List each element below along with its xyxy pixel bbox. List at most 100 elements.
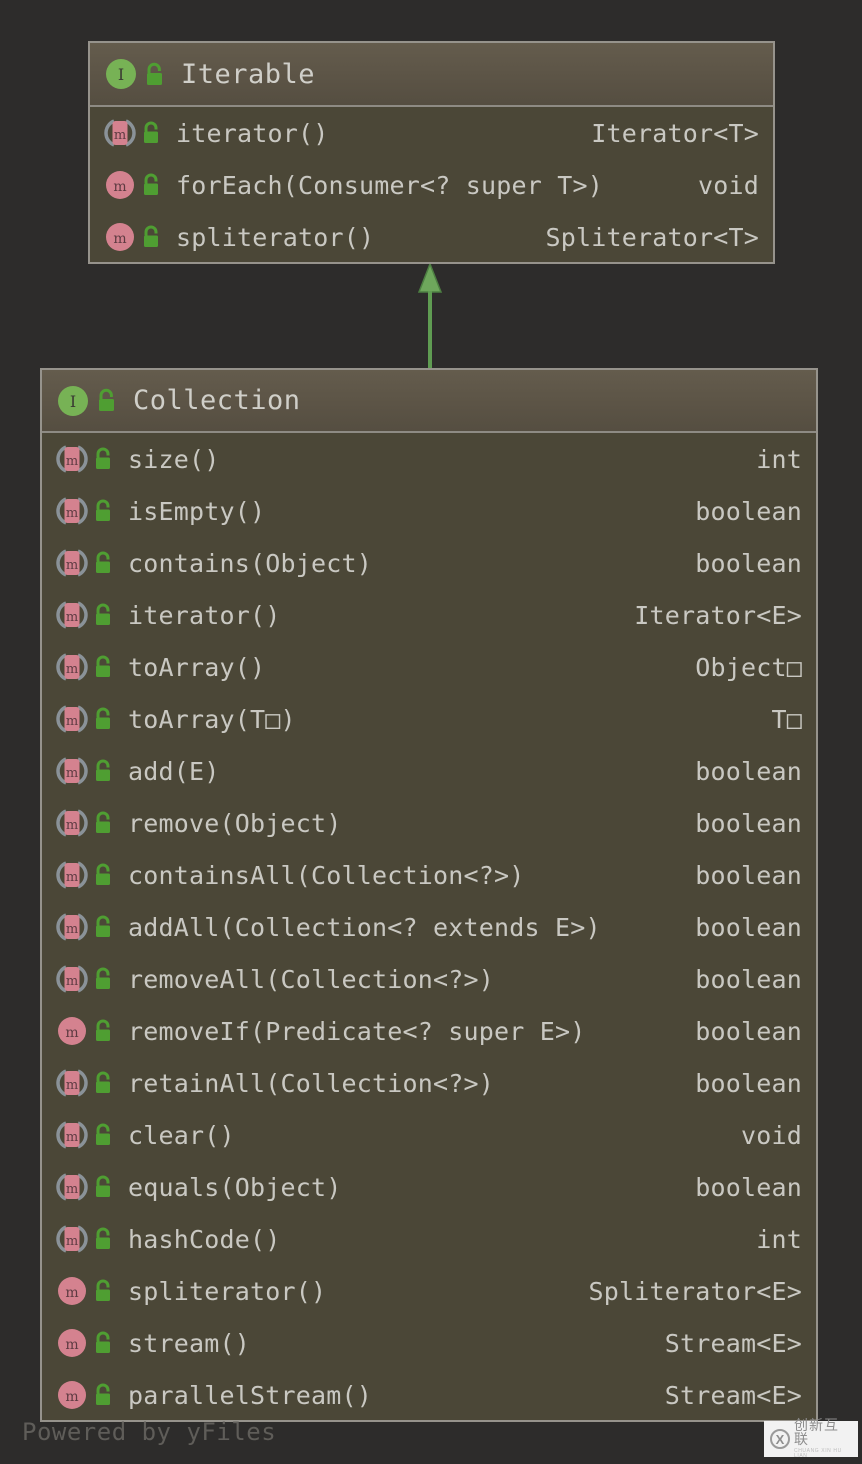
member-row[interactable]: m retainAll(Collection<?>) boolean (42, 1057, 816, 1109)
unlocked-padlock-icon (92, 498, 116, 524)
logo-chinese-label: 创新互联 (794, 1418, 839, 1448)
member-name: hashCode() (128, 1224, 281, 1254)
member-type: Iterator<E> (634, 600, 802, 630)
method-icon: m (56, 1275, 88, 1307)
member-row[interactable]: m spliterator() Spliterator<T> (90, 211, 773, 262)
class-box-collection[interactable]: I Collection m size() int m isEmpty() boolean… (40, 368, 818, 1422)
logo-mark-icon: X (770, 1429, 790, 1449)
member-type: boolean (695, 548, 802, 578)
unlocked-padlock-icon (92, 966, 116, 992)
member-row[interactable]: m add(E) boolean (42, 745, 816, 797)
member-row[interactable]: m iterator() Iterator<T> (90, 107, 773, 159)
unlocked-padlock-icon (92, 1278, 116, 1304)
unlocked-padlock-icon (143, 61, 168, 88)
member-row[interactable]: m iterator() Iterator<E> (42, 589, 816, 641)
unlocked-padlock-icon (92, 1330, 116, 1356)
generalization-edge[interactable] (417, 261, 443, 372)
member-name: containsAll(Collection<?>) (128, 860, 525, 890)
abstract-method-icon: m (56, 963, 88, 995)
member-row[interactable]: m forEach(Consumer<? super T>) void (90, 159, 773, 211)
unlocked-padlock-icon (92, 654, 116, 680)
member-row[interactable]: m removeAll(Collection<?>) boolean (42, 953, 816, 1005)
abstract-method-icon: m (56, 495, 88, 527)
svg-text:m: m (66, 1130, 78, 1145)
logo-text: 创新互联 CHUANG XIN HU LIAN (794, 1419, 852, 1459)
class-header-iterable[interactable]: I Iterable (90, 43, 773, 107)
member-name: spliterator() (128, 1276, 327, 1306)
svg-text:m: m (65, 1025, 78, 1041)
unlocked-padlock-icon (92, 1018, 116, 1044)
abstract-method-icon: m (56, 1119, 88, 1151)
member-row[interactable]: m spliterator() Spliterator<E> (42, 1265, 816, 1317)
class-members-collection: m size() int m isEmpty() boolean m contains(Obj… (42, 433, 816, 1420)
member-row[interactable]: m equals(Object) boolean (42, 1161, 816, 1213)
member-row[interactable]: m toArray(T□) T□ (42, 693, 816, 745)
member-row[interactable]: m contains(Object) boolean (42, 537, 816, 589)
svg-text:m: m (66, 818, 78, 833)
method-icon: m (56, 1379, 88, 1411)
svg-text:m: m (66, 558, 78, 573)
member-name: add(E) (128, 756, 220, 786)
abstract-method-icon: m (56, 807, 88, 839)
member-type: boolean (695, 1068, 802, 1098)
unlocked-padlock-icon (140, 224, 164, 250)
unlocked-padlock-icon (92, 1174, 116, 1200)
member-type: Stream<E> (664, 1328, 802, 1358)
member-type: Object□ (695, 652, 802, 682)
class-name-label: Iterable (181, 58, 316, 90)
abstract-method-icon: m (56, 911, 88, 943)
member-row[interactable]: m toArray() Object□ (42, 641, 816, 693)
unlocked-padlock-icon (92, 1070, 116, 1096)
method-icon: m (56, 1327, 88, 1359)
member-name: size() (128, 444, 220, 474)
method-icon: m (104, 221, 136, 253)
class-name-label: Collection (133, 385, 301, 416)
unlocked-padlock-icon (92, 1226, 116, 1252)
member-row[interactable]: m parallelStream() Stream<E> (42, 1369, 816, 1420)
unlocked-padlock-icon (92, 810, 116, 836)
member-name: removeAll(Collection<?>) (128, 964, 495, 994)
member-name: contains(Object) (128, 548, 373, 578)
svg-text:m: m (66, 922, 78, 937)
svg-text:I: I (118, 65, 124, 84)
member-name: stream() (128, 1328, 251, 1358)
member-name: toArray() (128, 652, 266, 682)
svg-text:m: m (66, 974, 78, 989)
svg-text:m: m (66, 454, 78, 469)
site-logo-watermark: X 创新互联 CHUANG XIN HU LIAN (764, 1419, 858, 1459)
member-row[interactable]: m remove(Object) boolean (42, 797, 816, 849)
member-row[interactable]: m size() int (42, 433, 816, 485)
member-row[interactable]: m removeIf(Predicate<? super E>) boolean (42, 1005, 816, 1057)
svg-text:m: m (66, 506, 78, 521)
abstract-method-icon: m (104, 117, 136, 149)
member-row[interactable]: m hashCode() int (42, 1213, 816, 1265)
member-row[interactable]: m clear() void (42, 1109, 816, 1161)
class-box-iterable[interactable]: I Iterable m iterator() Iterator<T> m fo… (88, 41, 775, 264)
member-name: isEmpty() (128, 496, 266, 526)
method-icon: m (56, 1015, 88, 1047)
class-members-iterable: m iterator() Iterator<T> m forEach(Consu… (90, 107, 773, 262)
member-row[interactable]: m isEmpty() boolean (42, 485, 816, 537)
member-type: int (756, 1224, 802, 1254)
member-name: removeIf(Predicate<? super E>) (128, 1016, 586, 1046)
member-row[interactable]: m stream() Stream<E> (42, 1317, 816, 1369)
member-row[interactable]: m addAll(Collection<? extends E>) boolean (42, 901, 816, 953)
svg-text:m: m (66, 766, 78, 781)
class-header-collection[interactable]: I Collection (42, 370, 816, 433)
member-type: boolean (695, 1016, 802, 1046)
abstract-method-icon: m (56, 1171, 88, 1203)
unlocked-padlock-icon (140, 120, 164, 146)
svg-text:I: I (70, 392, 76, 411)
abstract-method-icon: m (56, 547, 88, 579)
member-row[interactable]: m containsAll(Collection<?>) boolean (42, 849, 816, 901)
member-name: spliterator() (176, 222, 375, 252)
member-type: T□ (771, 704, 802, 734)
abstract-method-icon: m (56, 1223, 88, 1255)
member-type: Iterator<T> (591, 118, 759, 148)
member-name: clear() (128, 1120, 235, 1150)
member-name: remove(Object) (128, 808, 342, 838)
svg-text:m: m (114, 128, 126, 143)
unlocked-padlock-icon (92, 602, 116, 628)
unlocked-padlock-icon (92, 1122, 116, 1148)
abstract-method-icon: m (56, 703, 88, 735)
